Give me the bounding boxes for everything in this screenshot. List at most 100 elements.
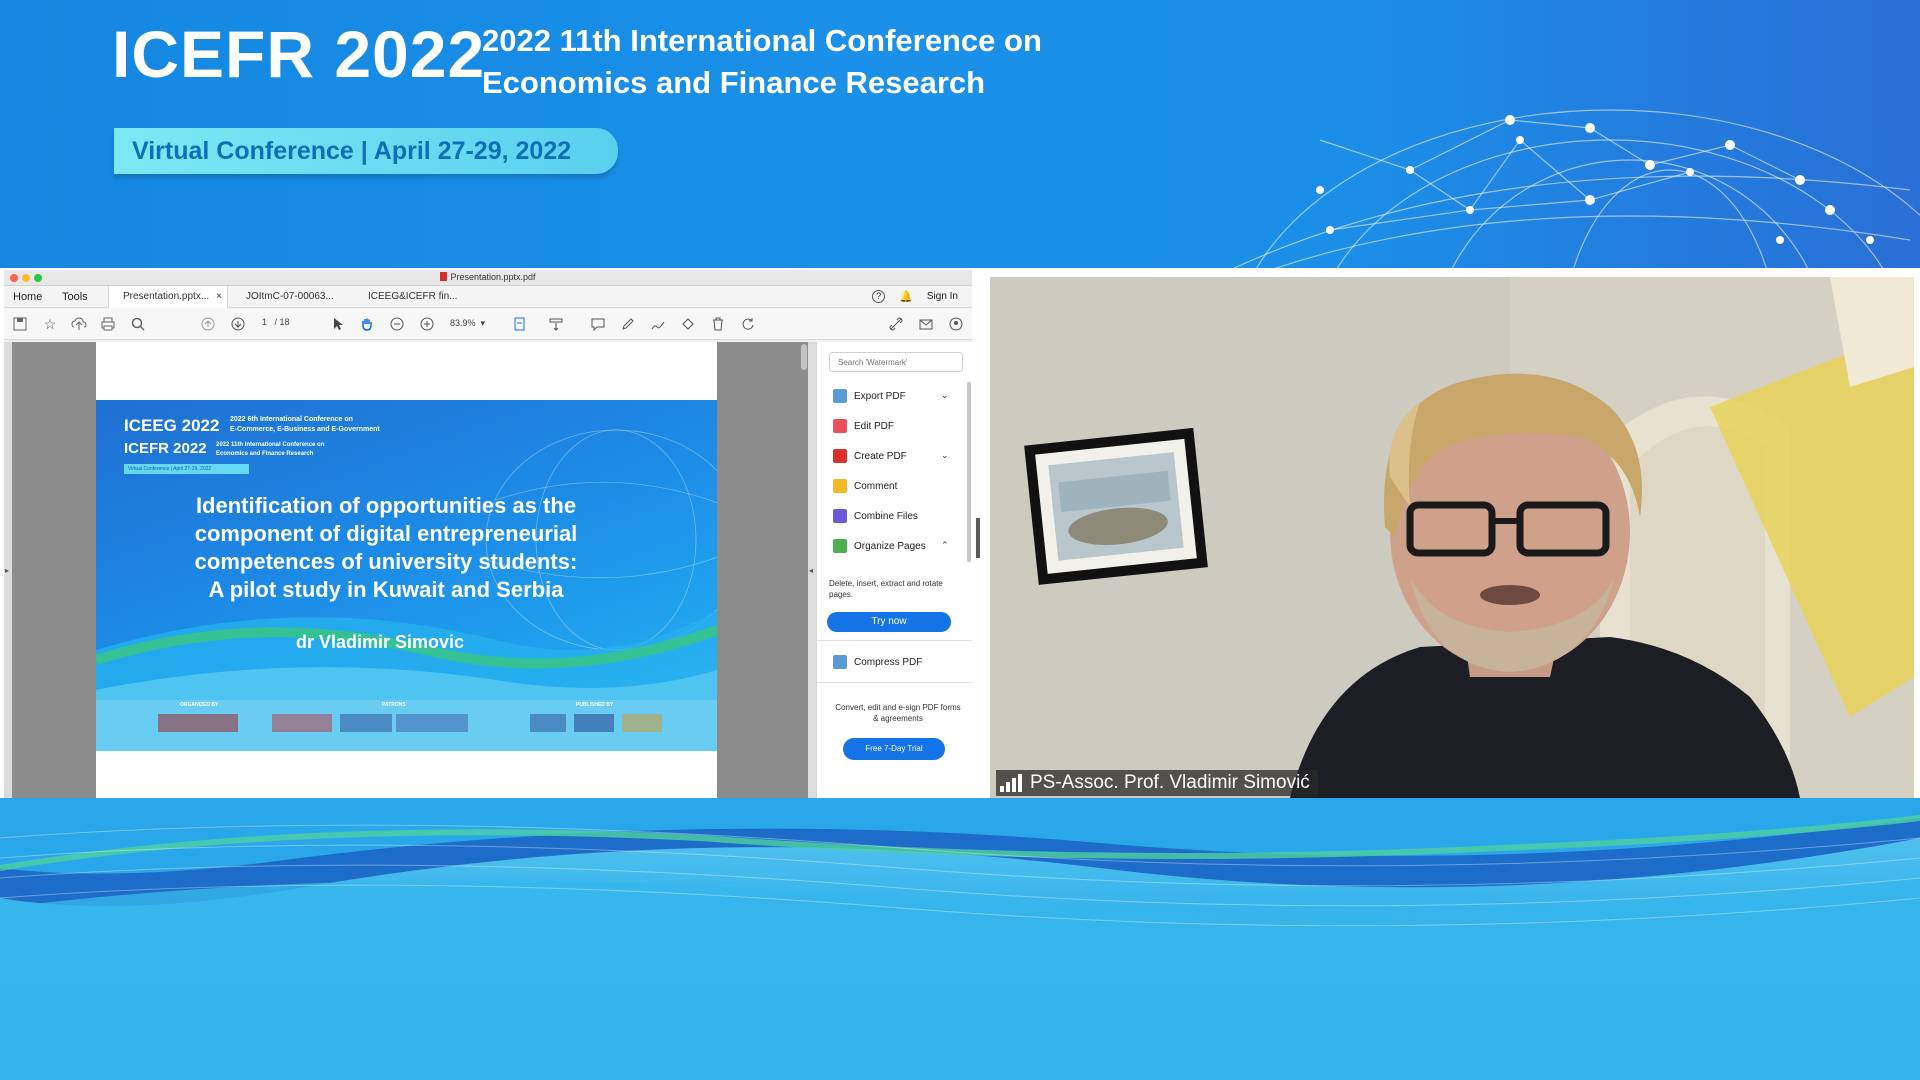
- title-slide: ICEEG 2022 2022 6th International Confer…: [96, 400, 717, 751]
- pen-icon[interactable]: [620, 316, 636, 332]
- export-pdf-item[interactable]: Export PDF: [833, 388, 906, 404]
- trash-icon[interactable]: [710, 316, 726, 332]
- tab-presentation[interactable]: Presentation.pptx... ×: [108, 286, 228, 308]
- slide-title-line3: competences of university students:: [194, 549, 578, 574]
- document-view[interactable]: ▸ ICEEG 2022 2022 6th International Conf…: [4, 342, 816, 798]
- chevron-down-icon[interactable]: ⌄: [941, 450, 949, 461]
- right-panel-toggle[interactable]: ◂: [808, 342, 816, 798]
- divider: [817, 682, 972, 683]
- banner-date-badge: Virtual Conference | April 27-29, 2022: [114, 128, 618, 174]
- link-icon[interactable]: [888, 316, 904, 332]
- edit-pdf-icon: [833, 419, 847, 433]
- signal-bars-icon: [1000, 774, 1022, 792]
- help-icon[interactable]: ?: [872, 290, 886, 303]
- free-trial-button[interactable]: Free 7-Day Trial: [843, 738, 945, 760]
- tab-iceeg-icefr[interactable]: ICEEG&ICEFR fin...: [368, 286, 457, 308]
- hand-icon[interactable]: [359, 316, 375, 332]
- tab-label: Presentation.pptx...: [123, 291, 210, 302]
- slide-date-badge: Virtual Conference | April 27-29, 2022: [124, 464, 249, 474]
- page-total: / 18: [274, 317, 290, 327]
- gallery-splitter-handle[interactable]: [976, 518, 980, 558]
- slide-title: Identification of opportunities as the c…: [156, 492, 616, 604]
- print-icon[interactable]: [100, 316, 116, 332]
- fit-page-icon[interactable]: [512, 316, 528, 332]
- participant-name-label: PS-Assoc. Prof. Vladimir Simović: [996, 770, 1318, 796]
- bell-icon[interactable]: 🔔: [899, 290, 913, 303]
- organize-pages-description: Delete, insert, extract and rotate pages…: [829, 579, 943, 599]
- try-now-button[interactable]: Try now: [827, 612, 951, 632]
- page-up-icon[interactable]: [200, 316, 216, 332]
- zoom-out-icon[interactable]: [389, 316, 405, 332]
- chevron-down-icon[interactable]: ⌄: [941, 390, 949, 401]
- stamp-icon[interactable]: [680, 316, 696, 332]
- page-number-input[interactable]: 1: [262, 317, 267, 327]
- side-pane-scrollbar[interactable]: [967, 382, 971, 562]
- collapse-right-icon: ◂: [809, 566, 814, 575]
- acrobat-window: Presentation.pptx.pdf Home Tools Present…: [4, 270, 972, 798]
- comment-item[interactable]: Comment: [833, 478, 897, 494]
- tools-side-pane: Export PDF ⌄ Edit PDF Create PDF ⌄ Comme…: [816, 342, 972, 798]
- page-down-icon[interactable]: [230, 316, 246, 332]
- sign-icon[interactable]: [650, 316, 666, 332]
- banner-subtitle-line2: Economics and Finance Research: [482, 65, 986, 100]
- menu-bar: Home Tools Presentation.pptx... × JOItmC…: [4, 286, 972, 308]
- slide-icefr-sub-line1: 2022 11th International Conference on: [216, 442, 325, 448]
- slide-icefr-subtitle: 2022 11th International Conference on Ec…: [216, 441, 324, 459]
- sign-in-link[interactable]: Sign In: [927, 291, 958, 302]
- menu-right-group: ? 🔔 Sign In: [872, 290, 958, 303]
- edit-pdf-label: Edit PDF: [854, 420, 895, 432]
- document-scrollbar[interactable]: [801, 344, 807, 370]
- tab-close-icon[interactable]: ×: [216, 286, 222, 308]
- participant-name: PS-Assoc. Prof. Vladimir Simović: [1030, 772, 1310, 793]
- combine-files-item[interactable]: Combine Files: [833, 508, 918, 524]
- expand-left-icon: ▸: [5, 566, 10, 575]
- tab-label: ICEEG&ICEFR fin...: [368, 291, 458, 302]
- slide-iceeg-logo: ICEEG 2022: [124, 416, 220, 435]
- create-pdf-icon: [833, 449, 847, 463]
- slide-iceeg-subtitle: 2022 6th International Conference on E-C…: [230, 415, 380, 435]
- participant-video[interactable]: PS-Assoc. Prof. Vladimir Simović: [990, 277, 1914, 798]
- zoom-level-select[interactable]: 83.9% ▾: [450, 318, 485, 329]
- slide-title-line1: Identification of opportunities as the: [195, 493, 577, 518]
- scroll-icon[interactable]: [548, 316, 564, 332]
- compress-pdf-item[interactable]: Compress PDF: [833, 654, 922, 670]
- menu-home[interactable]: Home: [13, 291, 42, 303]
- combine-files-label: Combine Files: [854, 510, 918, 522]
- comment-tool-icon: [833, 479, 847, 493]
- banner-title: ICEFR 2022: [112, 17, 486, 91]
- tools-search-input[interactable]: [829, 352, 963, 372]
- globe-network-graphic: [1232, 109, 1920, 268]
- plymouth-logo: [158, 714, 238, 732]
- organize-pages-item[interactable]: Organize Pages: [833, 538, 926, 554]
- account-icon[interactable]: [948, 316, 964, 332]
- conference-banner: ICEFR 2022 2022 11th International Confe…: [0, 0, 1920, 268]
- tab-joitmc[interactable]: JOItmC-07-00063...: [246, 286, 334, 308]
- edit-pdf-item[interactable]: Edit PDF: [833, 418, 894, 434]
- wave-graphic: [0, 798, 1920, 1080]
- compress-pdf-label: Compress PDF: [854, 656, 923, 668]
- slide-iceeg-sub-line2: E-Commerce, E-Business and E-Government: [230, 426, 380, 433]
- cursor-icon[interactable]: [330, 316, 346, 332]
- promo-text: Convert, edit and e-sign PDF forms & agr…: [835, 703, 961, 723]
- star-icon[interactable]: ☆: [42, 316, 58, 332]
- create-pdf-item[interactable]: Create PDF: [833, 448, 907, 464]
- menu-tools[interactable]: Tools: [62, 291, 88, 303]
- export-pdf-icon: [833, 389, 847, 403]
- slide-icefr-logo: ICEFR 2022: [124, 440, 207, 457]
- comment-icon[interactable]: [590, 316, 606, 332]
- slide-patrons-label: PATRONS: [382, 702, 406, 708]
- pdf-file-icon: [440, 272, 448, 281]
- upload-icon[interactable]: [71, 316, 87, 332]
- left-panel-toggle[interactable]: ▸: [4, 342, 12, 798]
- university-logo-red: [272, 714, 332, 732]
- zoom-search-icon[interactable]: [130, 316, 146, 332]
- rotate-icon[interactable]: [740, 316, 756, 332]
- mail-icon[interactable]: [918, 316, 934, 332]
- slide-title-line2: component of digital entrepreneurial: [194, 521, 578, 546]
- page-indicator: 1 / 18: [262, 317, 290, 327]
- chevron-up-icon[interactable]: ⌃: [941, 540, 949, 551]
- zoom-in-icon[interactable]: [419, 316, 435, 332]
- zoom-level-value: 83.9%: [450, 318, 476, 328]
- combine-files-icon: [833, 509, 847, 523]
- save-icon[interactable]: [12, 316, 28, 332]
